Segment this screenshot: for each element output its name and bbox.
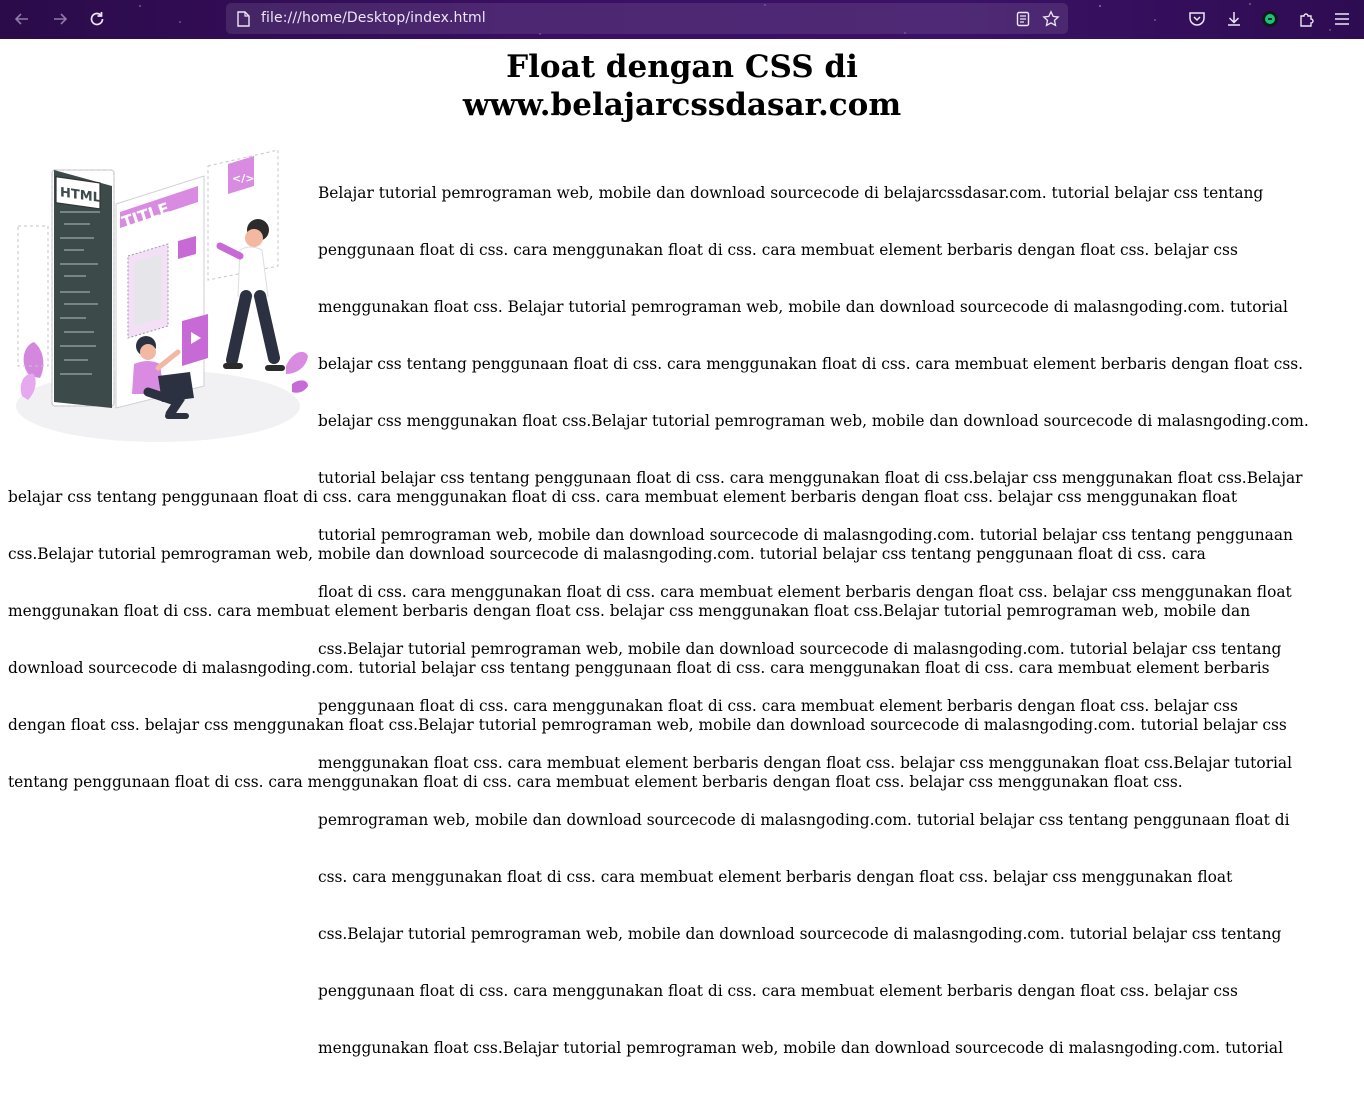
page-title-line-1: Float dengan CSS di (506, 49, 858, 85)
paragraph-line: dengan float css. belajar css menggunaka… (8, 716, 1287, 734)
back-arrow-icon[interactable] (10, 8, 34, 30)
page-icon (234, 10, 252, 28)
url-bar[interactable]: file:///home/Desktop/index.html (226, 3, 1068, 34)
extension-icon[interactable] (1260, 9, 1280, 29)
paragraph-line: menggunakan float di css. cara membuat e… (8, 602, 1251, 620)
puzzle-icon[interactable] (1297, 9, 1317, 29)
paragraph-line: tentang penggunaan float di css. cara me… (8, 773, 1183, 791)
download-icon[interactable] (1224, 9, 1244, 29)
forward-arrow-icon[interactable] (48, 8, 72, 30)
bookmark-star-icon[interactable] (1042, 10, 1060, 28)
paragraph-line: css. cara menggunakan float di css. cara… (318, 868, 1233, 886)
paragraph-line: belajar css tentang penggunaan float di … (318, 355, 1304, 373)
url-text[interactable]: file:///home/Desktop/index.html (261, 10, 486, 26)
paragraph-line: download sourcecode di malasngoding.com.… (8, 659, 1270, 677)
reload-icon[interactable] (85, 8, 109, 30)
paragraph-line: penggunaan float di css. cara menggunaka… (318, 241, 1238, 259)
browser-toolbar: file:///home/Desktop/index.html (0, 0, 1364, 39)
hamburger-menu-icon[interactable] (1332, 9, 1352, 29)
pocket-icon[interactable] (1187, 9, 1207, 29)
paragraph-line: belajar css menggunakan float css.Belaja… (318, 412, 1309, 430)
paragraph-line: css.Belajar tutorial pemrograman web, mo… (318, 925, 1282, 943)
paragraph-line: menggunakan float css. Belajar tutorial … (318, 298, 1288, 316)
paragraph-line: menggunakan float css.Belajar tutorial p… (318, 1039, 1283, 1057)
floated-illustration-image: HTML TITLE </> (16, 149, 308, 442)
page-content: Float dengan CSS di www.belajarcssdasar.… (8, 39, 1356, 1057)
paragraph-line: Belajar tutorial pemrograman web, mobile… (318, 184, 1264, 202)
page-title: Float dengan CSS di www.belajarcssdasar.… (8, 48, 1356, 124)
paragraph-line: belajar css tentang penggunaan float di … (8, 488, 1238, 506)
reader-view-icon[interactable] (1014, 10, 1032, 28)
paragraph-line: penggunaan float di css. cara menggunaka… (318, 982, 1238, 1000)
paragraph-full-width-text: belajar css tentang penggunaan float di … (8, 450, 1356, 830)
illustration-code-label: </> (232, 172, 254, 185)
paragraph-line: css.Belajar tutorial pemrograman web, mo… (8, 545, 1206, 563)
page-title-line-2: www.belajarcssdasar.com (462, 87, 902, 123)
